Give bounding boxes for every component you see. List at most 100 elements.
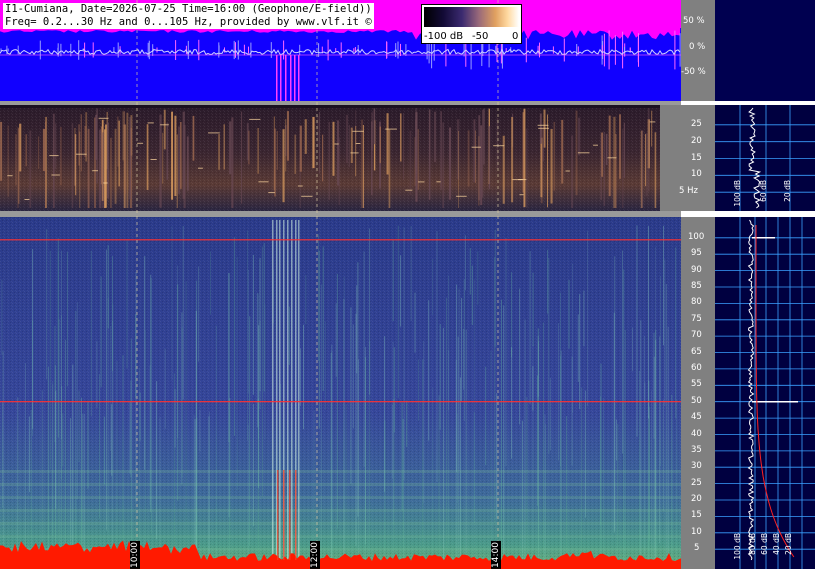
highfreq-streak xyxy=(663,225,664,346)
lowfreq-burst xyxy=(74,128,76,186)
highfreq-streak xyxy=(503,305,505,566)
highfreq-event-line xyxy=(279,220,281,560)
highfreq-streak xyxy=(456,284,458,472)
waveform-spike xyxy=(7,48,9,52)
lowfreq-dash xyxy=(355,143,361,144)
lowfreq-spectrum-db-label: 60 dB xyxy=(759,180,768,202)
waveform-tick-label: -50 % xyxy=(681,67,706,77)
highfreq-band xyxy=(0,509,681,512)
lowfreq-burst xyxy=(286,111,289,161)
lowfreq-burst xyxy=(146,124,149,190)
highfreq-streak xyxy=(82,413,84,566)
highfreq-streak xyxy=(473,279,475,559)
highfreq-streak xyxy=(324,321,326,410)
highfreq-tick-label: 20 xyxy=(691,494,702,504)
lowfreq-burst xyxy=(379,126,381,164)
highfreq-streak xyxy=(335,303,337,377)
highfreq-tick-label: 60 xyxy=(691,362,702,373)
highfreq-streak xyxy=(182,226,184,400)
lowfreq-burst xyxy=(304,119,307,154)
highfreq-streak xyxy=(352,324,354,429)
lowfreq-burst xyxy=(100,126,103,185)
highfreq-streak xyxy=(259,320,261,410)
highfreq-streak xyxy=(477,251,479,305)
lowfreq-burst xyxy=(482,109,484,198)
lowfreq-burst xyxy=(118,120,120,187)
lowfreq-burst xyxy=(163,109,166,150)
highfreq-streak xyxy=(490,351,492,566)
highfreq-streak xyxy=(403,227,405,480)
highfreq-band xyxy=(0,483,681,486)
lowfreq-dash xyxy=(198,167,203,169)
lowfreq-burst xyxy=(312,116,315,169)
waveform-spike xyxy=(603,33,605,67)
highfreq-event-line xyxy=(298,220,300,560)
highfreq-streak xyxy=(402,419,404,566)
lowfreq-burst xyxy=(613,116,616,208)
highfreq-streak xyxy=(30,410,32,566)
lowfreq-burst xyxy=(180,122,182,189)
highfreq-streak xyxy=(501,299,502,566)
lowfreq-burst xyxy=(231,117,234,208)
highfreq-tick-label: 50 xyxy=(691,395,702,406)
waveform-spike xyxy=(608,30,610,70)
lowfreq-burst xyxy=(166,122,169,180)
lowfreq-burst xyxy=(601,132,603,177)
lowfreq-dash xyxy=(92,170,98,172)
highfreq-streak xyxy=(640,320,642,566)
lowfreq-burst xyxy=(42,128,46,171)
lowfreq-burst xyxy=(434,111,437,163)
highfreq-streak xyxy=(587,231,588,407)
lowfreq-burst xyxy=(123,111,125,160)
lowfreq-burst xyxy=(15,134,17,186)
lowfreq-burst xyxy=(348,124,350,168)
waveform-tick-label: 0 % xyxy=(689,42,706,52)
waveform-spike xyxy=(463,43,465,57)
waveform-spike xyxy=(405,44,407,56)
highfreq-streak xyxy=(199,409,201,452)
highfreq-streak xyxy=(613,312,615,533)
lowfreq-burst xyxy=(417,129,419,190)
highfreq-streak xyxy=(257,398,259,566)
highfreq-streak xyxy=(247,230,249,441)
waveform-spike xyxy=(614,35,616,65)
highfreq-streak xyxy=(363,251,365,467)
lowfreq-burst xyxy=(71,123,74,208)
highfreq-tick-label: 70 xyxy=(691,330,702,341)
highfreq-noise xyxy=(0,217,681,569)
lowfreq-burst xyxy=(248,130,250,165)
highfreq-streak xyxy=(624,330,626,566)
highfreq-streak xyxy=(542,322,544,566)
highfreq-streak xyxy=(560,292,561,467)
highfreq-tick-label: 85 xyxy=(691,281,702,291)
lowfreq-burst xyxy=(640,130,643,208)
lowfreq-burst xyxy=(0,121,3,181)
highfreq-streak xyxy=(49,250,51,470)
highfreq-streak xyxy=(400,255,402,327)
colorbar-gradient xyxy=(424,7,519,27)
highfreq-red-streak xyxy=(295,470,297,560)
highfreq-streak xyxy=(17,397,19,566)
lowfreq-burst xyxy=(345,114,349,164)
highfreq-streak xyxy=(662,399,664,512)
lowfreq-burst xyxy=(19,123,22,172)
lowfreq-burst xyxy=(126,112,129,208)
highfreq-streak xyxy=(194,419,196,566)
waveform-spike xyxy=(233,40,235,60)
highfreq-streak xyxy=(532,344,534,551)
waveform-spike xyxy=(525,37,527,63)
waveform-spike xyxy=(327,39,329,61)
highfreq-streak xyxy=(322,246,324,391)
highfreq-streak xyxy=(58,318,60,566)
lowfreq-burst xyxy=(622,128,624,208)
lowfreq-burst xyxy=(428,109,431,200)
highfreq-streak xyxy=(52,381,54,566)
lowfreq-burst xyxy=(440,111,442,190)
lowfreq-burst xyxy=(578,117,581,156)
highfreq-streak xyxy=(313,410,315,548)
highfreq-streak xyxy=(129,401,131,474)
highfreq-streak xyxy=(667,326,669,566)
lowfreq-dash xyxy=(160,124,169,126)
highfreq-streak xyxy=(436,231,438,483)
highfreq-streak xyxy=(644,382,646,556)
